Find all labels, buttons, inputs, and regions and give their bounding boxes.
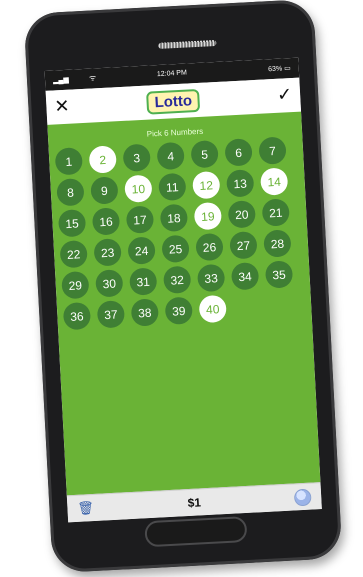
number-ball-40[interactable]: 40 bbox=[198, 294, 227, 324]
number-ball-21[interactable]: 21 bbox=[261, 198, 290, 227]
number-ball-5[interactable]: 5 bbox=[190, 139, 219, 169]
number-ball-29[interactable]: 29 bbox=[61, 270, 90, 300]
number-ball-15[interactable]: 15 bbox=[57, 209, 87, 238]
number-ball-1[interactable]: 1 bbox=[54, 147, 84, 176]
number-ball-32[interactable]: 32 bbox=[162, 265, 192, 294]
number-ball-34[interactable]: 34 bbox=[230, 262, 260, 291]
speaker-grille bbox=[158, 39, 217, 49]
confirm-button[interactable]: ✓ bbox=[277, 84, 293, 106]
number-ball-10[interactable]: 10 bbox=[124, 174, 153, 203]
quick-pick-icon[interactable] bbox=[293, 488, 312, 507]
number-ball-2[interactable]: 2 bbox=[88, 145, 117, 174]
phone-frame: ▂▄▆ ᯤ 12:04 PM 63% ▭ ✕ Lotto ✓ Pick 6 Nu… bbox=[23, 0, 343, 574]
number-ball-19[interactable]: 19 bbox=[193, 201, 223, 231]
number-ball-36[interactable]: 36 bbox=[62, 301, 92, 331]
number-ball-30[interactable]: 30 bbox=[95, 269, 124, 298]
number-ball-37[interactable]: 37 bbox=[96, 300, 126, 329]
number-ball-28[interactable]: 28 bbox=[263, 229, 292, 258]
number-ball-20[interactable]: 20 bbox=[227, 200, 257, 229]
ticket-price: $1 bbox=[187, 495, 202, 511]
close-icon: ✕ bbox=[53, 95, 71, 117]
number-ball-4[interactable]: 4 bbox=[156, 141, 185, 171]
number-ball-17[interactable]: 17 bbox=[125, 205, 155, 234]
number-ball-31[interactable]: 31 bbox=[129, 267, 158, 296]
number-ball-22[interactable]: 22 bbox=[59, 239, 88, 269]
number-ball-25[interactable]: 25 bbox=[161, 234, 190, 264]
number-ball-33[interactable]: 33 bbox=[196, 263, 226, 293]
number-ball-16[interactable]: 16 bbox=[91, 207, 121, 236]
battery-icon: 63% ▭ bbox=[268, 65, 291, 74]
number-grid: 1 2 3 4 5 6 7 8 9 10 11 12 13 14 15 16 17 18 19 20 21 22 23 24 2… bbox=[54, 136, 306, 331]
home-button[interactable] bbox=[144, 516, 248, 548]
number-ball-38[interactable]: 38 bbox=[130, 298, 160, 327]
check-icon: ✓ bbox=[276, 84, 293, 105]
number-ball-26[interactable]: 26 bbox=[195, 232, 224, 262]
number-ball-7[interactable]: 7 bbox=[258, 136, 287, 165]
number-ball-11[interactable]: 11 bbox=[158, 172, 187, 202]
number-ball-24[interactable]: 24 bbox=[127, 236, 156, 265]
number-ball-27[interactable]: 27 bbox=[229, 231, 258, 260]
number-picker: Pick 6 Numbers 1 2 3 4 5 6 7 8 9 10 11 12 13 14 15 16 17… bbox=[47, 111, 321, 497]
number-ball-39[interactable]: 39 bbox=[164, 296, 193, 325]
number-ball-6[interactable]: 6 bbox=[224, 138, 253, 167]
phone-screen: ▂▄▆ ᯤ 12:04 PM 63% ▭ ✕ Lotto ✓ Pick 6 Nu… bbox=[44, 57, 322, 523]
number-ball-3[interactable]: 3 bbox=[122, 143, 151, 172]
number-ball-8[interactable]: 8 bbox=[56, 178, 85, 207]
close-button[interactable]: ✕ bbox=[54, 96, 70, 118]
number-ball-9[interactable]: 9 bbox=[90, 176, 119, 205]
number-ball-12[interactable]: 12 bbox=[192, 170, 221, 200]
number-ball-23[interactable]: 23 bbox=[93, 238, 122, 267]
number-ball-18[interactable]: 18 bbox=[159, 203, 189, 233]
number-ball-14[interactable]: 14 bbox=[259, 167, 289, 196]
lotto-logo: Lotto bbox=[146, 88, 201, 115]
battery-percent: 63% bbox=[268, 65, 283, 74]
number-ball-35[interactable]: 35 bbox=[264, 260, 294, 289]
number-ball-13[interactable]: 13 bbox=[226, 169, 255, 198]
